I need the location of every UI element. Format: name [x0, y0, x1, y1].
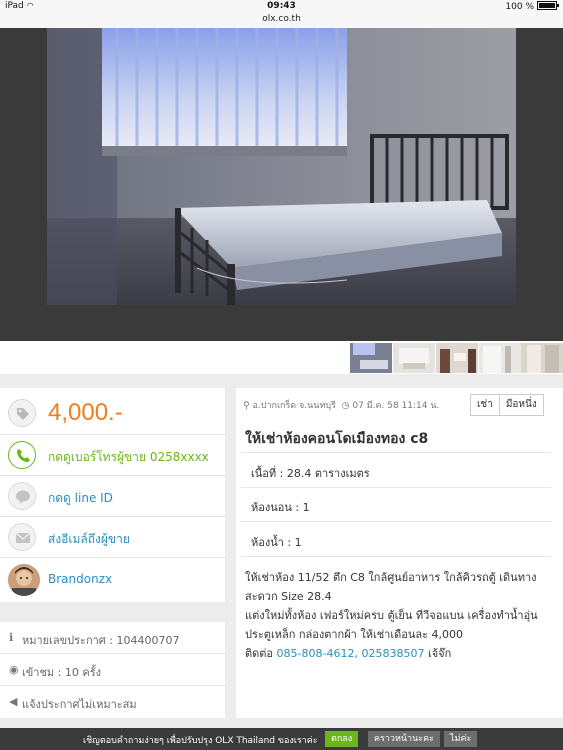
seller-profile-row[interactable]: Brandonzx: [0, 558, 225, 602]
seller-info-card: 4,000.- กดดูเบอร์โทรผู้ขาย 0258xxxx กดดู…: [0, 388, 225, 602]
ios-status-bar: iPad ◠ 09:43 100 %: [0, 0, 563, 14]
listing-detail-card: ⚲ อ.ปากเกร็ด จ.นนทบุรี ◷ 07 มี.ค. 58 11:…: [236, 388, 563, 718]
thumbnail-2[interactable]: [393, 343, 435, 373]
thumbnail-1[interactable]: [350, 343, 392, 373]
survey-message: เชิญตอบคำถามง่ายๆ เพื่อปรับปรุง OLX Thai…: [83, 736, 318, 746]
thumbnail-strip: [0, 341, 563, 374]
report-row[interactable]: ◀ แจ้งประกาศไม่เหมาะสม: [0, 686, 225, 717]
views-row: ◉ เข้าชม : 10 ครั้ง: [0, 654, 225, 686]
listing-date: 07 มี.ค. 58 11:14 น.: [352, 401, 440, 411]
contact-line: ติดต่อ 085-808-4612, 025838507 เจ้จ๊ก: [245, 647, 452, 660]
thumbnail-3[interactable]: [436, 343, 478, 373]
thumbnail-5[interactable]: [521, 343, 563, 373]
address-bar[interactable]: olx.co.th: [0, 14, 563, 29]
line-id-row[interactable]: กดดู line ID: [0, 476, 225, 517]
spec-bathrooms: ห้องน้ำ : 1: [241, 522, 551, 557]
ad-number: หมายเลขประกาศ : 104400707: [22, 634, 180, 647]
survey-later-button[interactable]: คราวหน้านะคะ: [368, 731, 440, 747]
ad-number-row: ℹ หมายเลขประกาศ : 104400707: [0, 622, 225, 654]
listing-price: 4,000.-: [48, 399, 123, 426]
megaphone-icon: ◀: [9, 695, 18, 708]
map-pin-icon: ⚲: [243, 401, 250, 411]
spec-area: เนื้อที่ : 28.4 ตารางเมตร: [241, 452, 551, 488]
location-date-line: ⚲ อ.ปากเกร็ด จ.นนทบุรี ◷ 07 มี.ค. 58 11:…: [243, 398, 439, 412]
listing-title: ให้เช่าห้องคอนโดเมืองทอง c8: [245, 431, 429, 447]
listing-location: อ.ปากเกร็ด จ.นนทบุรี: [252, 401, 336, 411]
type-rent-button[interactable]: เช่า: [471, 395, 499, 415]
call-seller-row[interactable]: กดดูเบอร์โทรผู้ขาย 0258xxxx: [0, 435, 225, 476]
show-phone-link[interactable]: กดดูเบอร์โทรผู้ขาย 0258xxxx: [48, 448, 209, 467]
phone-icon: [8, 441, 36, 469]
main-listing-photo[interactable]: [47, 28, 516, 305]
report-ad-link[interactable]: แจ้งประกาศไม่เหมาะสม: [22, 695, 137, 713]
email-seller-link[interactable]: ส่งอีเมล์ถึงผู้ขาย: [48, 530, 130, 549]
listing-description: ให้เช่าห้อง 11/52 ตึก C8 ใกล้ศูนย์อาหาร …: [245, 568, 555, 663]
eye-icon: ◉: [9, 663, 19, 676]
tag-icon: [8, 399, 36, 427]
battery-icon: [537, 1, 559, 10]
view-count: เข้าชม : 10 ครั้ง: [22, 666, 102, 679]
contact-phone-link[interactable]: 085-808-4612, 025838507: [277, 647, 425, 660]
ad-meta-card: ℹ หมายเลขประกาศ : 104400707 ◉ เข้าชม : 1…: [0, 622, 225, 718]
email-seller-row[interactable]: ส่งอีเมล์ถึงผู้ขาย: [0, 517, 225, 558]
line-icon: [8, 482, 36, 510]
survey-banner: เชิญตอบคำถามง่ายๆ เพื่อปรับปรุง OLX Thai…: [0, 728, 563, 750]
show-line-id-link[interactable]: กดดู line ID: [48, 489, 113, 508]
clock-icon: ◷: [341, 401, 350, 411]
clock-time: 09:43: [267, 1, 296, 11]
envelope-icon: [8, 523, 36, 551]
battery-status: 100 %: [505, 1, 559, 12]
survey-accept-button[interactable]: ตกลง: [325, 731, 359, 747]
info-icon: ℹ: [9, 631, 14, 644]
seller-avatar[interactable]: [8, 564, 40, 596]
url-text: olx.co.th: [262, 14, 301, 24]
seller-name-link[interactable]: Brandonzx: [48, 572, 112, 586]
listing-type-group: เช่า มือหนึ่ง: [470, 394, 544, 416]
type-first-hand-button[interactable]: มือหนึ่ง: [498, 395, 543, 415]
photo-viewer[interactable]: [0, 28, 563, 341]
survey-decline-button[interactable]: ไม่ค่ะ: [444, 731, 478, 747]
spec-bedrooms: ห้องนอน : 1: [241, 487, 551, 522]
thumbnail-4[interactable]: [479, 343, 521, 373]
price-row: 4,000.-: [0, 388, 225, 435]
